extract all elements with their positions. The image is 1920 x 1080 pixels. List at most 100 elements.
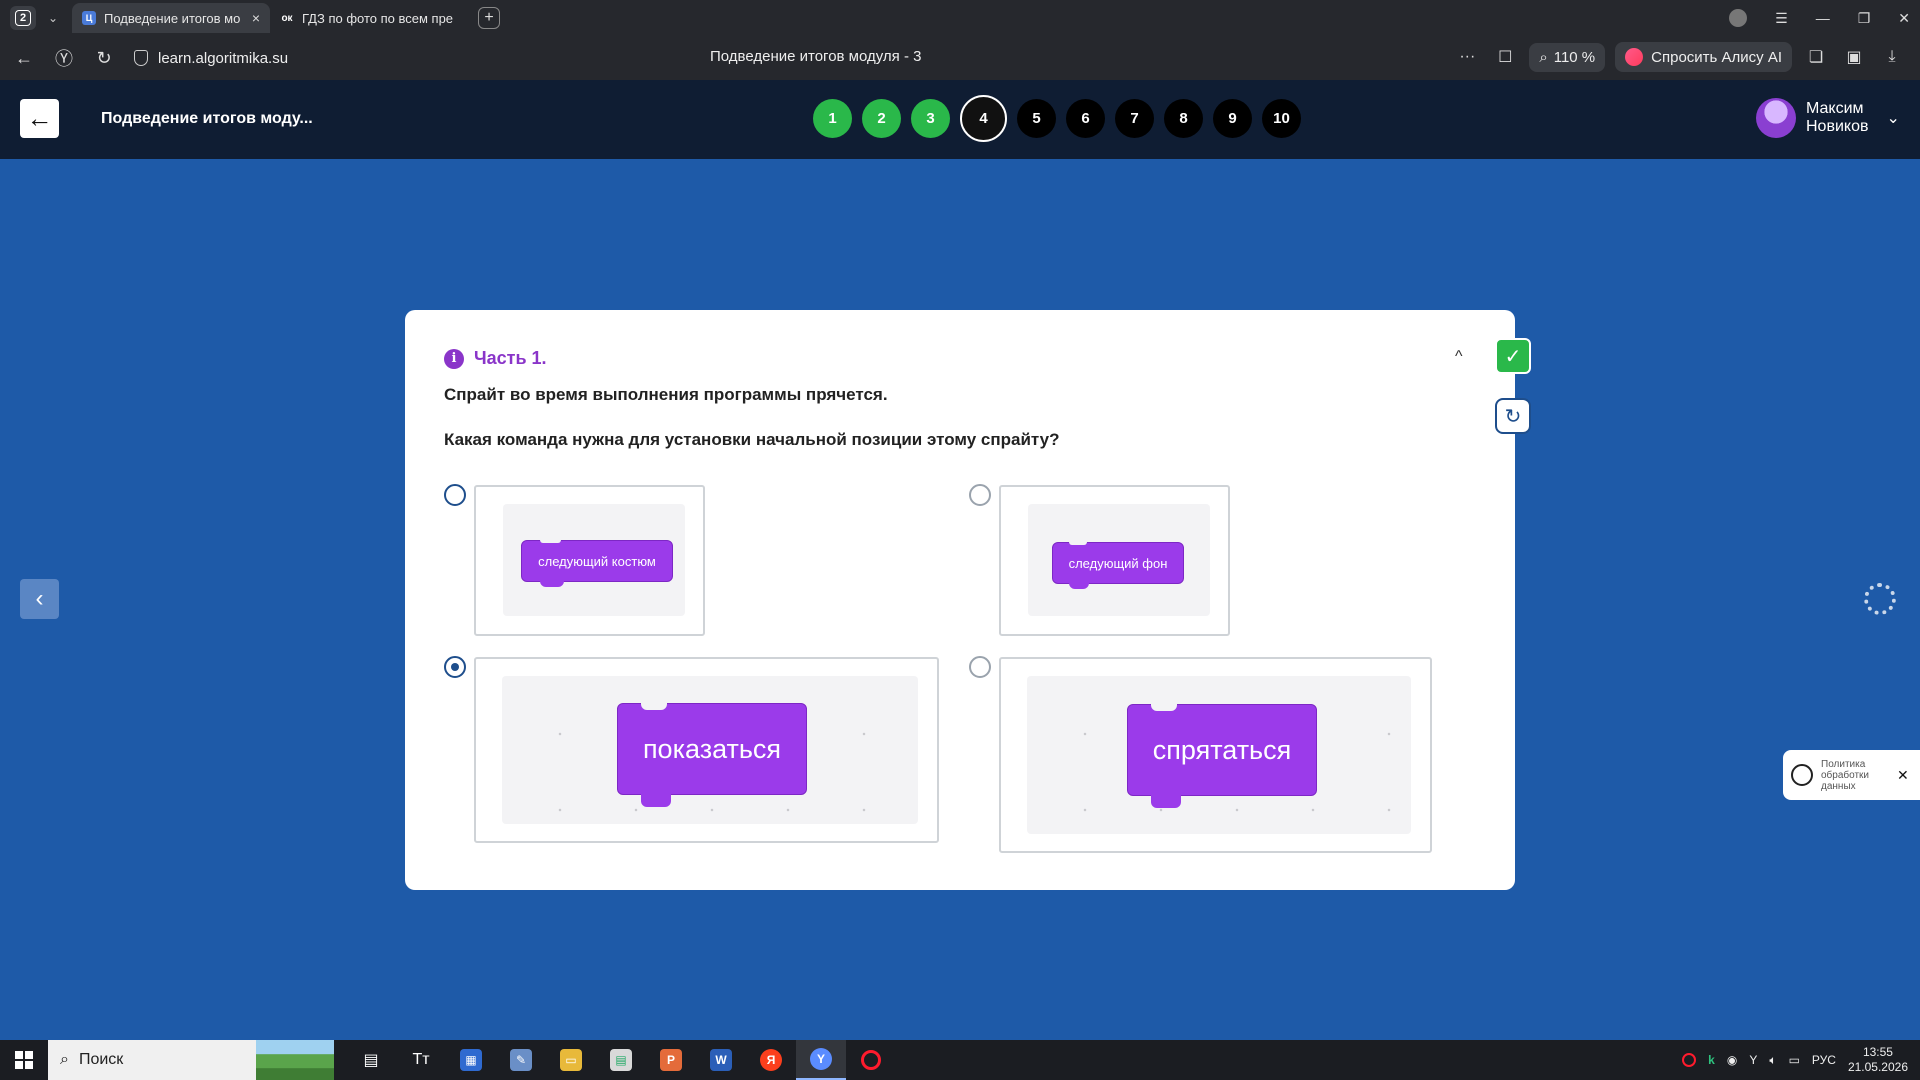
refresh-icon: ↻ xyxy=(1504,405,1522,428)
k-tray-icon[interactable]: k xyxy=(1708,1053,1715,1067)
eye-tray-icon[interactable]: ◉ xyxy=(1727,1053,1737,1067)
menu-icon[interactable]: ☰ xyxy=(1775,10,1788,27)
page-title: Подведение итогов модуля - 3 xyxy=(710,48,922,65)
taskbar-search[interactable]: ⌕ Поиск xyxy=(48,1040,334,1080)
profile-icon[interactable] xyxy=(1729,9,1748,27)
option-1-label: следующий костюм xyxy=(538,553,656,569)
task-question: Какая команда нужна для установки началь… xyxy=(444,430,1060,449)
tab-counter-button[interactable]: 2 xyxy=(10,6,36,30)
avatar xyxy=(1756,98,1796,138)
option-2-radio[interactable] xyxy=(969,484,991,506)
option-3-radio[interactable] xyxy=(444,656,466,678)
option-1-radio[interactable] xyxy=(444,484,466,506)
close-window-icon[interactable]: ✕ xyxy=(1898,10,1910,27)
step-10[interactable]: 10 xyxy=(1262,99,1301,138)
yandex-browser-icon[interactable]: Y xyxy=(796,1040,846,1080)
step-1[interactable]: 1 xyxy=(813,99,852,138)
extension-icon[interactable]: ▣ xyxy=(1840,47,1868,67)
close-icon[interactable]: ✕ xyxy=(1897,767,1909,784)
volume-icon[interactable]: 🔈︎ xyxy=(1769,1053,1776,1068)
chevron-up-icon[interactable]: ^ xyxy=(1455,348,1463,366)
policy-icon xyxy=(1791,764,1813,786)
tab-title: Подведение итогов мо xyxy=(104,10,241,26)
start-button[interactable] xyxy=(0,1040,48,1080)
restore-icon[interactable]: ❐ xyxy=(1858,10,1871,27)
chevron-left-icon: ‹ xyxy=(35,585,44,612)
new-tab-button[interactable]: + xyxy=(478,7,500,29)
yandex-icon[interactable]: Ⓨ xyxy=(48,42,80,74)
opera-icon[interactable] xyxy=(846,1040,896,1080)
yandex-app-icon[interactable]: Я xyxy=(746,1040,796,1080)
paint-icon[interactable]: ✎ xyxy=(496,1040,546,1080)
word-icon[interactable]: W xyxy=(696,1040,746,1080)
option-3-label: показаться xyxy=(642,733,782,764)
option-4-preview: спрятаться xyxy=(1027,676,1411,834)
option-4-label: спрятаться xyxy=(1152,734,1292,765)
tab-close-icon[interactable]: × xyxy=(252,10,260,26)
file-explorer-icon[interactable]: ▭ xyxy=(546,1040,596,1080)
bookmark-icon[interactable]: ☐ xyxy=(1491,47,1519,67)
tab-title: ГДЗ по фото по всем пре xyxy=(302,10,454,26)
option-4-card[interactable]: спрятаться xyxy=(999,657,1432,853)
text-tool-icon[interactable]: Tт xyxy=(396,1040,446,1080)
address-bar-tools: ··· ☐ ⌕ 110 % Спросить Алису AI ❏ ▣ ⤓ xyxy=(1453,42,1906,72)
url-field[interactable]: learn.algoritmika.su xyxy=(134,50,288,67)
browser-tab-active[interactable]: Ц Подведение итогов мо × xyxy=(72,3,270,33)
collections-icon[interactable]: ❏ xyxy=(1802,47,1830,67)
search-icon: ⌕ xyxy=(60,1051,69,1068)
search-highlight-image xyxy=(256,1040,334,1080)
option-4-block: спрятаться xyxy=(1127,704,1317,808)
step-4[interactable]: 4 xyxy=(960,95,1007,142)
step-9[interactable]: 9 xyxy=(1213,99,1252,138)
back-button[interactable]: ← xyxy=(20,99,59,138)
tab-list-dropdown-icon[interactable]: ⌄ xyxy=(40,6,66,30)
quiz-card: i Часть 1. ^ Спрайт во время выполнения … xyxy=(405,310,1515,890)
reload-icon[interactable]: ↻ xyxy=(88,42,120,74)
zoom-icon: ⌕ xyxy=(1539,48,1548,66)
minimize-icon[interactable]: — xyxy=(1816,10,1830,26)
previous-button[interactable]: ‹ xyxy=(20,579,59,619)
url-text: learn.algoritmika.su xyxy=(158,49,289,67)
presentation-app-icon[interactable]: P xyxy=(646,1040,696,1080)
task-view-icon[interactable]: ▤ xyxy=(346,1040,396,1080)
alice-button[interactable]: Спросить Алису AI xyxy=(1615,42,1792,72)
option-2-preview: следующий фон xyxy=(1028,504,1210,616)
option-2-label: следующий фон xyxy=(1068,555,1168,571)
document-app-icon[interactable]: ▤ xyxy=(596,1040,646,1080)
arrow-left-icon: ← xyxy=(26,103,53,133)
language-indicator[interactable]: РУС xyxy=(1812,1053,1836,1067)
more-icon[interactable]: ··· xyxy=(1453,48,1481,66)
policy-link[interactable]: Политика обработки данных xyxy=(1821,759,1883,792)
reset-button[interactable]: ↻ xyxy=(1495,398,1531,434)
step-5[interactable]: 5 xyxy=(1017,99,1056,138)
zoom-button[interactable]: ⌕ 110 % xyxy=(1529,42,1606,72)
step-6[interactable]: 6 xyxy=(1066,99,1105,138)
step-navigation: 1 2 3 4 5 6 7 8 9 10 xyxy=(813,95,1301,142)
clock-time: 13:55 xyxy=(1862,1045,1893,1059)
option-3-card[interactable]: показаться xyxy=(474,657,939,843)
step-8[interactable]: 8 xyxy=(1164,99,1203,138)
option-1-block: следующий костюм xyxy=(521,540,673,587)
clock[interactable]: 13:55 21.05.2026 xyxy=(1848,1045,1908,1075)
opera-tray-icon[interactable] xyxy=(1682,1053,1697,1067)
yandex-tray-icon[interactable]: Y xyxy=(1749,1053,1757,1067)
option-2-card[interactable]: следующий фон xyxy=(999,485,1230,636)
part-label: Часть 1. xyxy=(474,348,547,368)
check-answer-button[interactable]: ✓ xyxy=(1495,338,1531,374)
user-menu[interactable]: Максим Новиков ⌄ xyxy=(1756,98,1900,138)
option-4-radio[interactable] xyxy=(969,656,991,678)
clock-date: 21.05.2026 xyxy=(1847,1060,1908,1074)
back-arrow-icon[interactable]: ← xyxy=(8,42,40,74)
checkmark-icon: ✓ xyxy=(1504,345,1522,368)
step-3[interactable]: 3 xyxy=(911,99,950,138)
shield-icon xyxy=(134,50,148,66)
network-icon[interactable]: ▭ xyxy=(1789,1053,1800,1067)
step-2[interactable]: 2 xyxy=(862,99,901,138)
alice-label: Спросить Алису AI xyxy=(1651,48,1782,66)
step-7[interactable]: 7 xyxy=(1115,99,1154,138)
calculator-icon[interactable]: ▦ xyxy=(446,1040,496,1080)
system-tray: k ◉ Y 🔈︎ ▭ РУС 13:55 21.05.2026 xyxy=(1682,1040,1920,1080)
option-1-card[interactable]: следующий костюм xyxy=(474,485,705,636)
download-icon[interactable]: ⤓ xyxy=(1878,48,1906,66)
browser-tab[interactable]: ок ГДЗ по фото по всем пре xyxy=(270,3,470,33)
